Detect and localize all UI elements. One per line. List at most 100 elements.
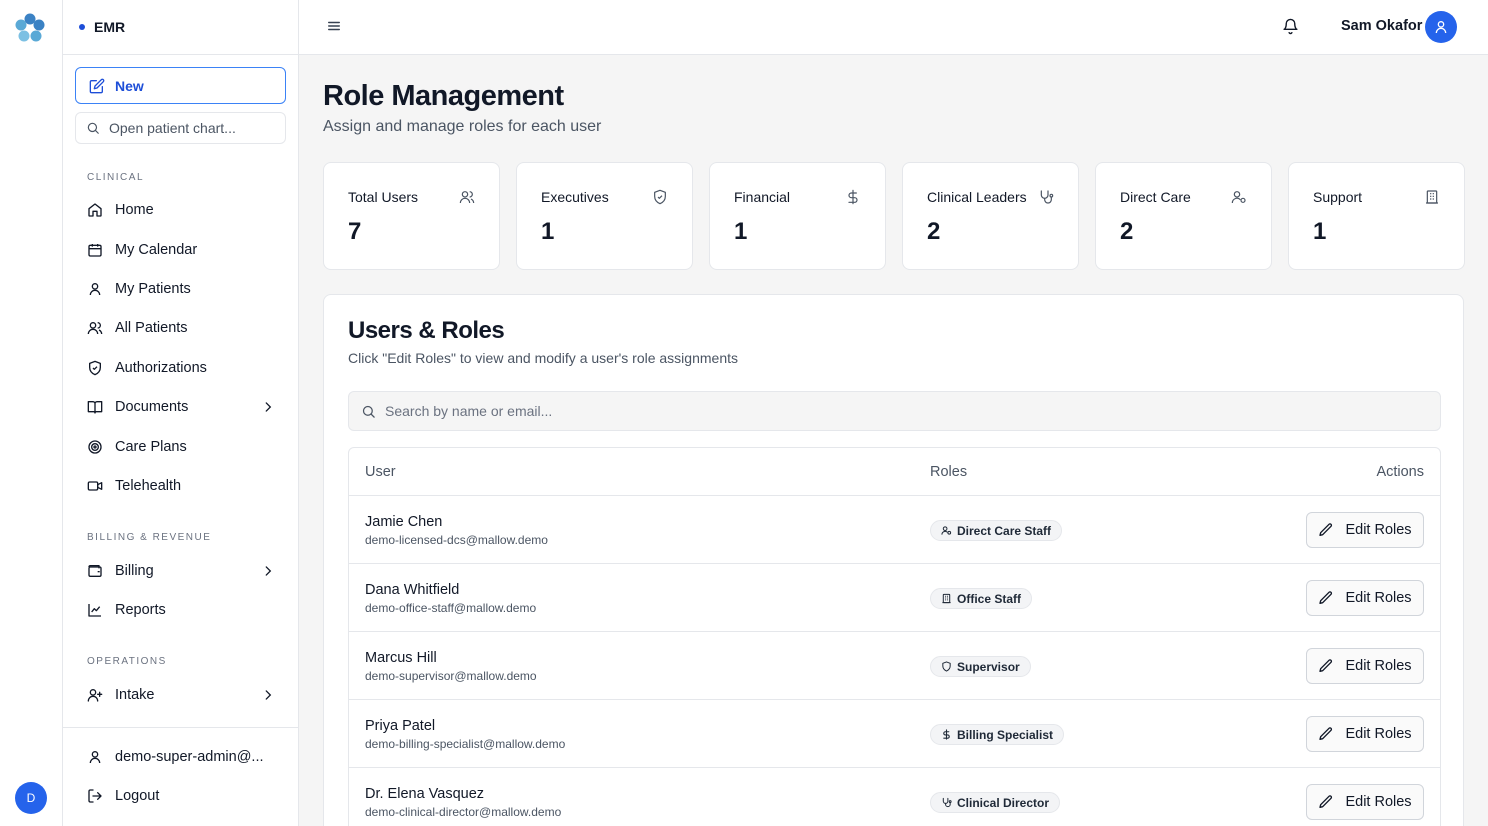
page-title: Role Management [323, 80, 564, 112]
new-button-label: New [115, 77, 144, 94]
top-bar: Sam Okafor [299, 0, 1488, 55]
sidebar-item-label: All Patients [115, 320, 188, 336]
search-icon [86, 121, 100, 135]
stat-card-clinical-leaders: Clinical Leaders 2 [902, 162, 1079, 270]
stat-value: 2 [927, 218, 941, 245]
user-email-cell: demo-supervisor@mallow.demo [365, 669, 537, 683]
menu-icon[interactable] [327, 19, 341, 33]
sidebar-item-label: Telehealth [115, 478, 182, 494]
sidebar-item-telehealth[interactable]: Telehealth [87, 472, 275, 500]
table-row: Dana Whitfield demo-office-staff@mallow.… [349, 564, 1440, 632]
logout-icon [87, 788, 103, 804]
role-badge: Clinical Director [930, 792, 1061, 813]
patient-chart-search-placeholder: Open patient chart... [109, 120, 236, 136]
building-icon [1424, 189, 1440, 205]
stat-card-financial: Financial 1 [709, 162, 886, 270]
edit-roles-button[interactable]: Edit Roles [1306, 580, 1424, 616]
edit-roles-label: Edit Roles [1345, 794, 1412, 810]
logout-label: Logout [115, 788, 160, 804]
pencil-icon [1318, 590, 1334, 606]
users-roles-panel: Users & Roles Click "Edit Roles" to view… [323, 294, 1464, 826]
user-name[interactable]: Sam Okafor [1341, 18, 1422, 34]
bell-icon[interactable] [1282, 18, 1299, 35]
stat-label: Clinical Leaders [927, 189, 1027, 205]
sidebar-item-billing[interactable]: Billing [87, 557, 275, 585]
role-badge: Office Staff [930, 588, 1033, 609]
sidebar-item-intake[interactable]: Intake [87, 681, 275, 709]
role-badge: Supervisor [930, 656, 1031, 677]
sidebar-item-authorizations[interactable]: Authorizations [87, 354, 275, 382]
chevron-right-icon [261, 564, 275, 578]
table-row: Dr. Elena Vasquez demo-clinical-director… [349, 768, 1440, 826]
stat-value: 7 [348, 218, 362, 245]
stat-label: Total Users [348, 189, 419, 205]
chevron-right-icon [261, 400, 275, 414]
users-table: User Roles Actions Jamie Chen demo-licen… [348, 447, 1441, 826]
stat-card-executives: Executives 1 [516, 162, 693, 270]
target-icon [87, 439, 103, 455]
sidebar-item-label: Billing [115, 563, 154, 579]
edit-roles-button[interactable]: Edit Roles [1306, 648, 1424, 684]
sidebar-item-label: Care Plans [115, 439, 187, 455]
column-header-actions: Actions [1376, 464, 1424, 480]
status-dot-icon [79, 24, 85, 30]
user-avatar[interactable] [1425, 11, 1457, 43]
user-search-input[interactable]: Search by name or email... [348, 391, 1441, 431]
sidebar-header: EMR [63, 0, 298, 55]
wallet-icon [87, 563, 103, 579]
role-badge-label: Direct Care Staff [957, 523, 1052, 538]
user-email-cell: demo-licensed-dcs@mallow.demo [365, 533, 548, 547]
brand-label: EMR [94, 19, 126, 35]
user-email-cell: demo-clinical-director@mallow.demo [365, 805, 562, 819]
sidebar-item-label: Home [115, 202, 154, 218]
sidebar-item-care-plans[interactable]: Care Plans [87, 433, 275, 461]
pencil-icon [1318, 726, 1334, 742]
app-rail: D [0, 0, 63, 826]
sidebar-item-all-patients[interactable]: All Patients [87, 314, 275, 342]
user-icon [87, 281, 103, 297]
sidebar-item-home[interactable]: Home [87, 196, 275, 224]
new-button[interactable]: New [75, 67, 286, 104]
user-email-cell: demo-billing-specialist@mallow.demo [365, 737, 566, 751]
user-email-cell: demo-office-staff@mallow.demo [365, 601, 537, 615]
user-icon [1435, 21, 1447, 34]
stat-card-direct-care: Direct Care 2 [1095, 162, 1272, 270]
user-name-cell: Dr. Elena Vasquez [365, 786, 485, 802]
sidebar-item-label: My Patients [115, 281, 191, 297]
edit-roles-button[interactable]: Edit Roles [1306, 784, 1424, 820]
rail-avatar[interactable]: D [15, 782, 47, 814]
role-badge-label: Supervisor [957, 659, 1020, 674]
role-badge: Direct Care Staff [930, 520, 1063, 541]
edit-roles-label: Edit Roles [1345, 658, 1412, 674]
sidebar-item-my-patients[interactable]: My Patients [87, 275, 275, 303]
shield-check-icon [87, 360, 103, 376]
sidebar-item-label: Authorizations [115, 360, 207, 376]
users-icon [459, 189, 475, 205]
patient-chart-search[interactable]: Open patient chart... [75, 112, 286, 144]
sidebar-item-documents[interactable]: Documents [87, 393, 275, 421]
app-logo-icon[interactable] [14, 12, 46, 44]
edit-roles-button[interactable]: Edit Roles [1306, 512, 1424, 548]
stat-value: 1 [541, 218, 555, 245]
pencil-icon [1318, 794, 1334, 810]
role-badge: Billing Specialist [930, 724, 1065, 745]
stethoscope-icon [1038, 189, 1054, 205]
sidebar-item-label: Reports [115, 602, 166, 618]
sidebar-item-reports[interactable]: Reports [87, 596, 275, 624]
column-header-roles: Roles [930, 464, 968, 480]
logout-button[interactable]: Logout [87, 782, 275, 810]
stethoscope-icon [941, 797, 952, 808]
page-subtitle: Assign and manage roles for each user [323, 118, 602, 135]
edit-roles-label: Edit Roles [1345, 522, 1412, 538]
stat-value: 2 [1120, 218, 1134, 245]
sidebar-item-my-calendar[interactable]: My Calendar [87, 236, 275, 264]
user-cog-icon [1231, 189, 1247, 205]
stat-label: Direct Care [1120, 189, 1191, 205]
stat-value: 1 [734, 218, 748, 245]
table-row: Jamie Chen demo-licensed-dcs@mallow.demo… [349, 496, 1440, 564]
edit-roles-button[interactable]: Edit Roles [1306, 716, 1424, 752]
account-menu[interactable]: demo-super-admin@... [87, 743, 275, 771]
dollar-icon [941, 729, 952, 740]
pencil-icon [1318, 522, 1334, 538]
sidebar-item-label: Documents [115, 399, 189, 415]
